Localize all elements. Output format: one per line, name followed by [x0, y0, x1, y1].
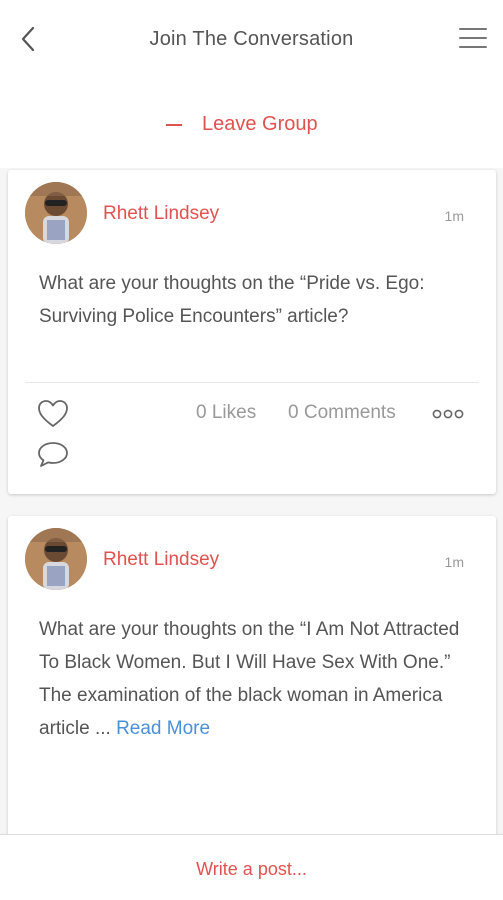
leave-group-label: Leave Group: [202, 112, 318, 135]
read-more-link[interactable]: Read More: [116, 718, 210, 739]
leave-group-button[interactable]: Leave Group: [166, 110, 318, 138]
comment-button[interactable]: [36, 438, 70, 470]
group-actions: Leave Group: [0, 80, 503, 168]
comments-count[interactable]: 0 Comments: [288, 402, 396, 424]
more-dots-icon: [432, 409, 464, 419]
more-options-button[interactable]: [432, 406, 464, 422]
post-author[interactable]: Rhett Lindsey: [103, 203, 219, 225]
write-post-button[interactable]: Write a post...: [0, 859, 503, 880]
page-title: Join The Conversation: [149, 28, 354, 50]
menu-button[interactable]: [459, 28, 487, 52]
heart-icon: [38, 400, 68, 427]
likes-count[interactable]: 0 Likes: [196, 402, 256, 424]
post-card: Rhett Lindsey 1m What are your thoughts …: [8, 170, 496, 494]
avatar-photo-icon: [25, 182, 87, 244]
avatar[interactable]: [25, 528, 87, 590]
speech-bubble-icon: [38, 442, 68, 467]
minus-icon: [166, 124, 182, 126]
post-body-line: The examination of the black woman in Am…: [39, 685, 443, 739]
post-timestamp: 1m: [444, 554, 464, 570]
divider: [25, 382, 479, 383]
post-author[interactable]: Rhett Lindsey: [103, 549, 219, 571]
post-card: Rhett Lindsey 1m What are your thoughts …: [8, 516, 496, 846]
post-body: What are your thoughts on the “I Am Not …: [39, 613, 469, 745]
post-timestamp: 1m: [444, 208, 464, 224]
hamburger-menu-icon: [459, 28, 487, 48]
post-body-line: What are your thoughts on the “I Am Not …: [39, 619, 460, 673]
like-button[interactable]: [36, 398, 70, 430]
top-bar: Join The Conversation: [0, 0, 503, 80]
avatar[interactable]: [25, 182, 87, 244]
compose-bar: Write a post...: [0, 834, 503, 900]
post-body: What are your thoughts on the “Pride vs.…: [39, 273, 425, 327]
avatar-photo-icon: [25, 528, 87, 590]
